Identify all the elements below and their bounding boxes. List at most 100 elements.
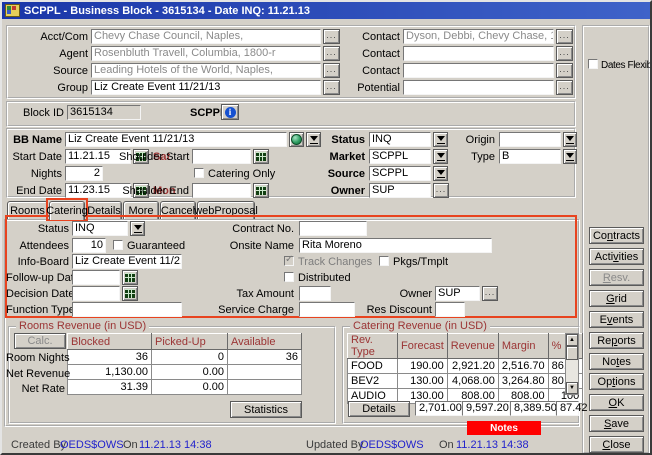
reports-button[interactable]: Reports [589, 332, 644, 349]
cat-status-lov-button[interactable] [130, 221, 145, 236]
ok-button[interactable]: OK [589, 394, 644, 411]
cell[interactable]: 2,921.20 [447, 359, 498, 374]
bb-source-lov-button[interactable] [433, 166, 448, 181]
statistics-button[interactable]: Statistics [230, 401, 302, 418]
cell[interactable]: 3,264.80 [498, 374, 548, 389]
events-button[interactable]: Events [589, 311, 644, 328]
table-row[interactable]: 1,130.00 0.00 [68, 365, 302, 380]
contact1-field[interactable]: Dyson, Debbi, Chevy Chase, 1800-123- [403, 29, 554, 44]
cell[interactable]: 0.00 [152, 365, 228, 380]
dates-flexible-checkbox[interactable] [588, 59, 598, 69]
status-field[interactable]: INQ [369, 132, 431, 147]
table-row[interactable]: 36 0 36 [68, 350, 302, 365]
property-info-button[interactable]: i [221, 104, 239, 120]
calendar-icon [256, 152, 266, 161]
pkgs-tmplt-checkbox[interactable] [379, 256, 389, 266]
type-field[interactable]: B [499, 149, 561, 164]
source-lookup-button[interactable]: ... [323, 63, 340, 78]
cell[interactable]: FOOD [348, 359, 398, 374]
cat-owner-field[interactable]: SUP [435, 286, 480, 301]
agent-field[interactable]: Rosenbluth Travell, Columbia, 1800-r [91, 46, 321, 61]
guaranteed-checkbox[interactable] [113, 240, 123, 250]
bb-name-language-button[interactable] [289, 132, 304, 147]
nights-field[interactable]: 2 [65, 166, 103, 181]
contact2-lookup-button[interactable]: ... [556, 46, 573, 61]
attendees-field[interactable]: 10 [72, 238, 106, 253]
shoulder-start-calendar-button[interactable] [253, 149, 269, 164]
origin-lov-button[interactable] [563, 132, 577, 147]
attendees-label: Attendees [6, 240, 69, 253]
cell[interactable]: 4,068.00 [447, 374, 498, 389]
acct-com-field[interactable]: Chevy Chase Council, Naples, [91, 29, 321, 44]
info-board-field[interactable]: Liz Create Event 11/21/13 [72, 254, 182, 269]
cell[interactable]: 0.00 [152, 380, 228, 395]
follow-up-calendar-button[interactable] [122, 270, 138, 285]
cell[interactable]: 2,516.70 [498, 359, 548, 374]
title-bar[interactable]: SCPPL - Business Block - 3615134 - Date … [2, 2, 650, 19]
cell[interactable]: 31.39 [68, 380, 152, 395]
options-button[interactable]: Options [589, 373, 644, 390]
tax-amount-field[interactable] [299, 286, 331, 301]
notes-badge: Notes [467, 421, 541, 435]
potential-field[interactable] [403, 80, 554, 95]
cell[interactable]: 36 [228, 350, 302, 365]
market-field[interactable]: SCPPL [369, 149, 431, 164]
cell[interactable]: 36 [68, 350, 152, 365]
service-charge-field[interactable] [299, 302, 355, 317]
contact2-field[interactable] [403, 46, 554, 61]
close-button[interactable]: Close [589, 436, 644, 453]
grid-button[interactable]: Grid [589, 290, 644, 307]
decision-date-field[interactable] [72, 286, 120, 301]
table-row[interactable]: BEV2 130.00 4,068.00 3,264.80 80.26 [348, 374, 583, 389]
table-row[interactable]: FOOD 190.00 2,921.20 2,516.70 86.15 [348, 359, 583, 374]
bb-source-field[interactable]: SCPPL [369, 166, 431, 181]
shoulder-end-calendar-button[interactable] [253, 183, 269, 198]
cell[interactable]: 1,130.00 [68, 365, 152, 380]
potential-lookup-button[interactable]: ... [556, 80, 573, 95]
cat-owner-lookup-button[interactable]: ... [482, 286, 498, 301]
scrollbar-thumb[interactable] [566, 346, 578, 360]
cell[interactable]: 0 [152, 350, 228, 365]
scroll-up-icon[interactable]: ▲ [566, 334, 578, 346]
acct-com-lookup-button[interactable]: ... [323, 29, 340, 44]
shoulder-end-field[interactable] [192, 183, 251, 198]
cell[interactable]: BEV2 [348, 374, 398, 389]
cell[interactable] [228, 365, 302, 380]
bb-name-field[interactable]: Liz Create Event 11/21/13 [65, 132, 287, 147]
group-lookup-button[interactable]: ... [323, 80, 340, 95]
agent-lookup-button[interactable]: ... [323, 46, 340, 61]
table-row[interactable]: 31.39 0.00 [68, 380, 302, 395]
res-discount-field[interactable] [435, 302, 465, 317]
col-header-margin: Margin [498, 334, 548, 359]
distributed-checkbox[interactable] [284, 272, 294, 282]
contact1-lookup-button[interactable]: ... [556, 29, 573, 44]
contracts-button[interactable]: Contracts [589, 227, 644, 244]
contract-no-field[interactable] [299, 221, 367, 236]
contact3-field[interactable] [403, 63, 554, 78]
catering-revenue-scrollbar[interactable]: ▲ ▼ [565, 333, 579, 395]
notes-button[interactable]: Notes [589, 353, 644, 370]
activities-button[interactable]: Activities [589, 248, 644, 265]
shoulder-start-field[interactable] [192, 149, 251, 164]
cell[interactable] [228, 380, 302, 395]
contact3-lookup-button[interactable]: ... [556, 63, 573, 78]
details-button[interactable]: Details [348, 401, 410, 417]
owner-field[interactable]: SUP [369, 183, 431, 198]
catering-only-checkbox[interactable] [194, 168, 204, 178]
function-type-field[interactable] [72, 302, 182, 317]
scroll-down-icon[interactable]: ▼ [566, 382, 578, 394]
origin-field[interactable] [499, 132, 561, 147]
cell[interactable]: 190.00 [398, 359, 448, 374]
save-button[interactable]: Save [589, 415, 644, 432]
owner-lookup-button[interactable]: ... [433, 183, 449, 198]
follow-up-date-field[interactable] [72, 270, 120, 285]
group-field[interactable]: Liz Create Event 11/21/13 [91, 80, 321, 95]
onsite-name-field[interactable]: Rita Moreno [299, 238, 492, 253]
source-field[interactable]: Leading Hotels of the World, Naples, [91, 63, 321, 78]
type-lov-button[interactable] [563, 149, 577, 164]
col-header-rev-type: Rev. Type [348, 334, 398, 359]
cell[interactable]: 130.00 [398, 374, 448, 389]
tab-catering[interactable]: Catering [49, 201, 85, 220]
decision-calendar-button[interactable] [122, 286, 138, 301]
cat-status-field[interactable]: INQ [72, 221, 128, 236]
